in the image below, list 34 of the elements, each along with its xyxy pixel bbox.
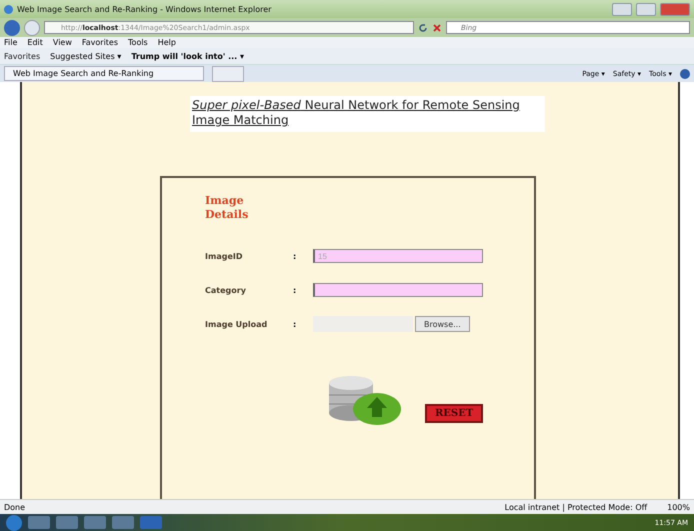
back-button[interactable] [4, 20, 20, 36]
menu-item[interactable]: Help [158, 38, 176, 47]
menu-item[interactable]: Favorites [82, 38, 118, 47]
favorites-button[interactable]: Favorites [4, 52, 40, 60]
status-text: Done [4, 502, 26, 512]
refresh-icon[interactable] [418, 22, 428, 32]
zoom-level[interactable]: 100% [667, 502, 690, 512]
text-field[interactable] [313, 283, 483, 297]
maximize-button[interactable] [636, 2, 656, 16]
menu-item[interactable]: Tools [128, 38, 148, 47]
page-heading: Super pixel-Based Neural Network for Remote Sensing Image Matching [192, 98, 521, 128]
browser-tab[interactable]: Web Image Search and Re-Ranking [4, 66, 204, 81]
start-button[interactable] [6, 514, 22, 530]
menu-item[interactable]: Edit [27, 38, 43, 47]
colon-separator: : [293, 286, 298, 294]
new-tab-button[interactable] [212, 66, 244, 82]
forward-button[interactable] [24, 20, 40, 36]
favorites-link[interactable]: Trump will 'look into' ... ▾ [131, 52, 244, 60]
security-zone: Local intranet | Protected Mode: Off [504, 502, 648, 512]
window-title: Web Image Search and Re-Ranking - Windows Internet Explorer [17, 4, 272, 14]
menu-item[interactable]: View [52, 38, 72, 47]
favorites-link[interactable]: Suggested Sites ▾ [50, 52, 122, 60]
close-button[interactable] [660, 2, 690, 16]
field-label: Category [205, 286, 247, 294]
stop-icon[interactable] [432, 22, 442, 32]
minimize-button[interactable] [612, 2, 632, 16]
browse-button[interactable]: Browse... [415, 316, 470, 332]
form-title: Image Details [205, 194, 250, 222]
menu-item[interactable]: File [4, 38, 18, 47]
field-label: ImageID [205, 252, 244, 260]
colon-separator: : [293, 320, 298, 328]
field-label: Image Upload [205, 320, 268, 328]
colon-separator: : [293, 252, 298, 260]
database-upload-icon[interactable] [327, 375, 403, 427]
